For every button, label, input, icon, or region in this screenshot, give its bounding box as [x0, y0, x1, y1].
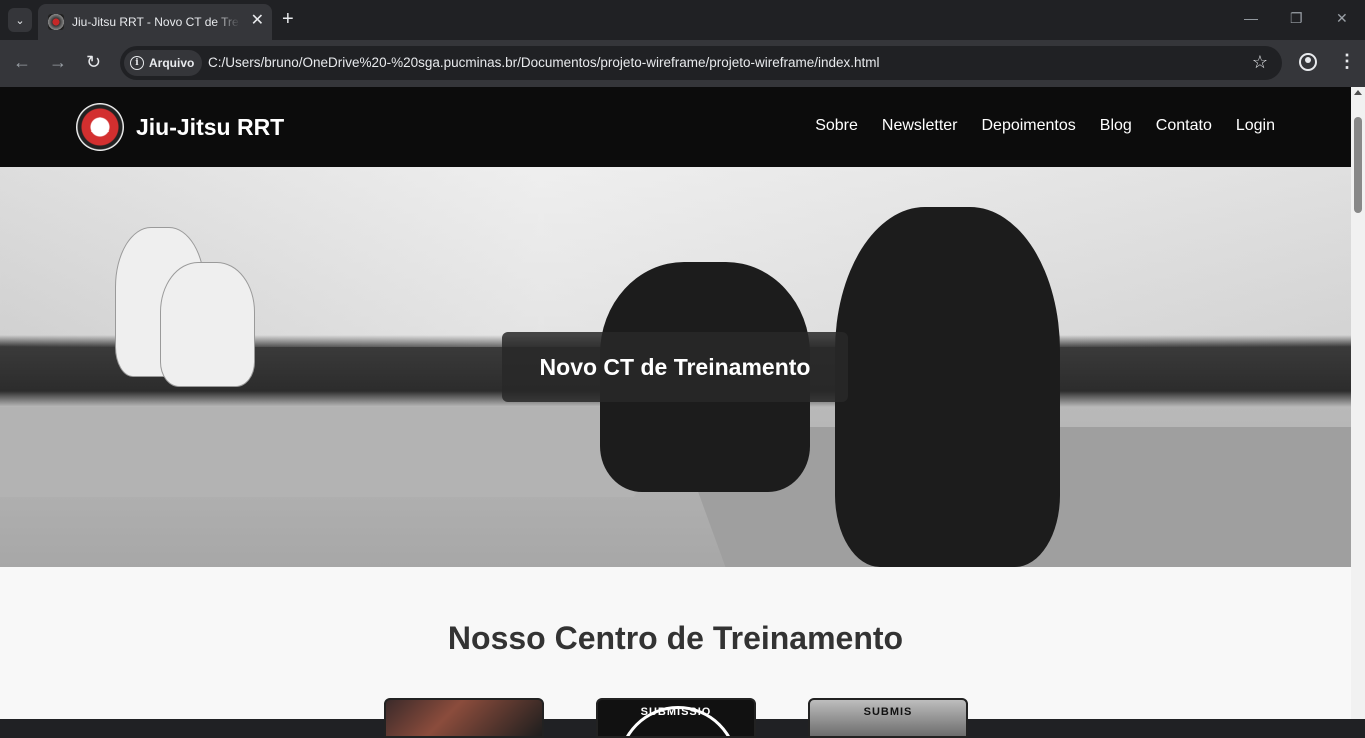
hero-banner: Novo CT de Treinamento — [0, 167, 1351, 567]
url-text[interactable]: C:/Users/bruno/OneDrive%20-%20sga.pucmin… — [208, 55, 880, 70]
nav-link-sobre[interactable]: Sobre — [815, 117, 858, 135]
section-title: Nosso Centro de Treinamento — [447, 620, 904, 656]
card-image-text: SUBMISSIO — [640, 706, 712, 718]
hero-caption: Novo CT de Treinamento — [502, 332, 848, 402]
scroll-up-arrow-icon[interactable] — [1354, 90, 1362, 95]
back-button[interactable]: ← — [13, 52, 31, 72]
forward-button[interactable]: → — [49, 52, 67, 72]
training-center-card[interactable]: SUBMISSIO — [596, 698, 756, 738]
tab-favicon-icon — [48, 14, 64, 30]
site-header: Jiu-Jitsu RRT Sobre Newsletter Depoiment… — [0, 87, 1351, 167]
training-center-card[interactable]: SUBMIS — [808, 698, 968, 738]
athlete-figure — [835, 207, 1060, 567]
nav-link-contato[interactable]: Contato — [1156, 117, 1212, 135]
new-tab-button[interactable]: + — [282, 9, 294, 29]
reload-button[interactable]: ↻ — [86, 52, 101, 72]
site-logo[interactable] — [76, 103, 124, 151]
scroll-thumb[interactable] — [1354, 117, 1362, 213]
training-center-card[interactable] — [384, 698, 544, 738]
address-bar[interactable]: i Arquivo C:/Users/bruno/OneDrive%20-%20… — [120, 46, 1282, 80]
tab-search-icon[interactable]: ⌄ — [8, 8, 32, 32]
card-image-text: SUBMIS — [863, 706, 913, 718]
browser-toolbar: ← → ↻ i Arquivo C:/Users/bruno/OneDrive%… — [0, 40, 1365, 87]
profile-icon[interactable] — [1299, 53, 1317, 71]
page-scrollbar[interactable] — [1351, 87, 1365, 719]
hero-caption-text: Novo CT de Treinamento — [539, 353, 811, 380]
nav-link-newsletter[interactable]: Newsletter — [882, 117, 958, 135]
bookmark-star-icon[interactable]: ☆ — [1252, 53, 1268, 71]
hero-mat — [0, 407, 686, 497]
nav-link-blog[interactable]: Blog — [1100, 117, 1132, 135]
restore-icon[interactable]: ❐ — [1290, 10, 1303, 27]
security-chip[interactable]: i Arquivo — [124, 50, 203, 76]
nav-link-depoimentos[interactable]: Depoimentos — [981, 117, 1075, 135]
browser-tab[interactable]: Jiu-Jitsu RRT - Novo CT de Treinamento ✕ — [38, 4, 272, 40]
site-nav: Sobre Newsletter Depoimentos Blog Contat… — [815, 117, 1275, 135]
page-viewport: Jiu-Jitsu RRT Sobre Newsletter Depoiment… — [0, 87, 1351, 719]
window-close-icon[interactable]: ✕ — [1336, 10, 1348, 27]
browser-menu-icon[interactable]: ⋮ — [1338, 51, 1356, 71]
nav-link-login[interactable]: Login — [1236, 117, 1275, 135]
minimize-icon[interactable]: — — [1244, 10, 1258, 26]
tab-close-icon[interactable]: ✕ — [251, 13, 264, 29]
browser-tab-strip: ⌄ Jiu-Jitsu RRT - Novo CT de Treinamento… — [0, 0, 1365, 40]
security-chip-label: Arquivo — [149, 56, 195, 70]
tab-title: Jiu-Jitsu RRT - Novo CT de Treinamento — [72, 15, 240, 29]
athlete-figure — [160, 262, 255, 387]
info-icon: i — [130, 56, 144, 70]
site-brand[interactable]: Jiu-Jitsu RRT — [136, 114, 284, 141]
